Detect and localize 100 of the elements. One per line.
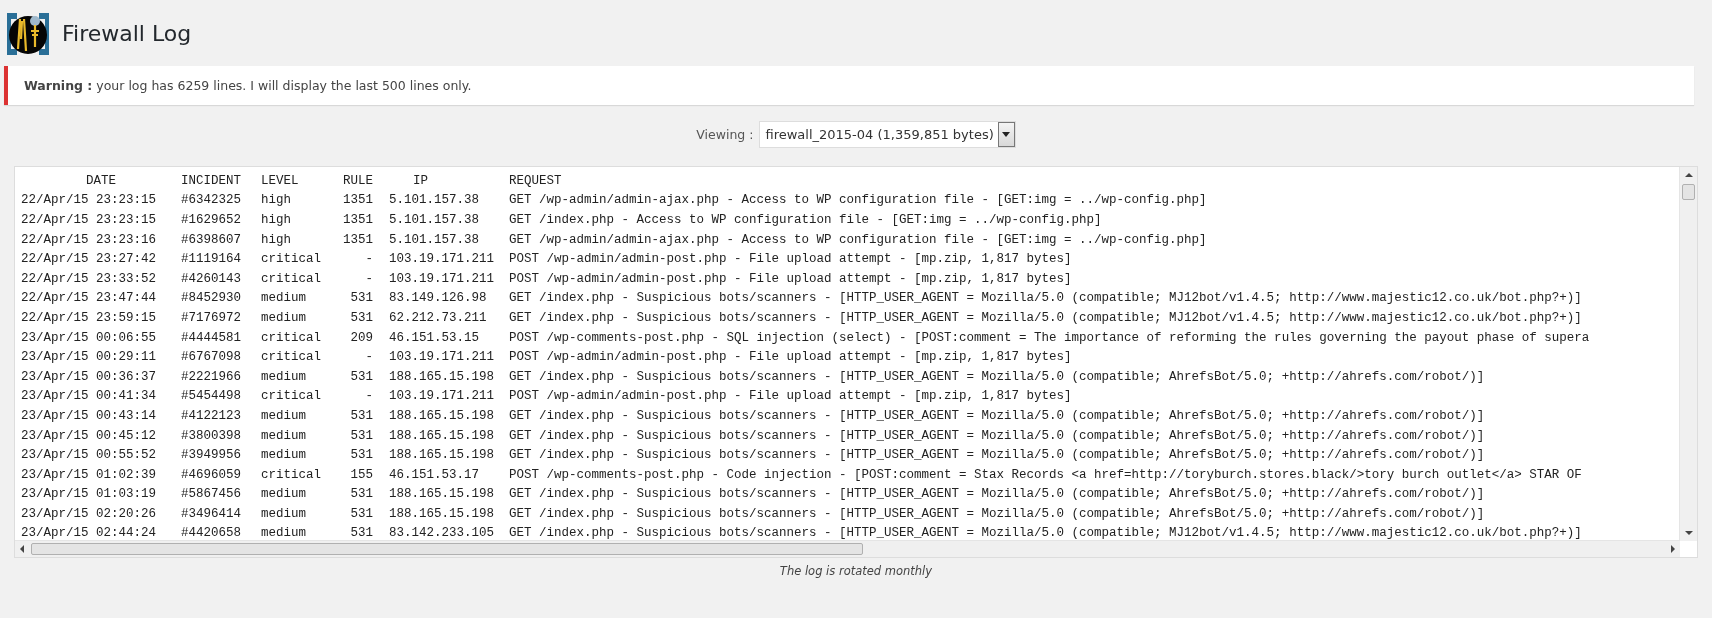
log-cell: POST /wp-admin/admin-post.php - File upload attempt - [mp.zip, 1,817 bytes] <box>509 252 1072 267</box>
log-cell: critical <box>261 271 321 286</box>
log-cell: 22/Apr/15 23:27:42 <box>21 252 157 267</box>
log-cell: #6398607 <box>181 232 241 247</box>
file-select[interactable]: firewall_2015-04 (1,359,851 bytes) <box>759 121 1016 148</box>
log-cell: GET /index.php - Suspicious bots/scanners - [HTTP_USER_AGENT = Mozilla/5.0 (compatible; AhrefsBot/5.0; +http://ahrefs.com/robot/)] <box>509 408 1485 423</box>
log-cell: 531 <box>350 291 373 306</box>
log-cell: #6767098 <box>181 350 241 365</box>
log-cell: 188.165.15.198 <box>389 506 495 521</box>
log-cell: #4260143 <box>181 271 241 286</box>
log-cell: 22/Apr/15 23:23:15 <box>21 213 157 227</box>
column-header: INCIDENT <box>181 173 241 188</box>
log-cell: POST /wp-comments-post.php - Code injection - [POST:comment = Stax Records <a href=http://toryburch.stores.black/>tory burch outlet</a> STAR OF <box>509 467 1582 482</box>
log-cell: 23/Apr/15 00:45:12 <box>21 428 157 443</box>
log-cell: 1351 <box>343 232 373 247</box>
vertical-scrollbar[interactable] <box>1679 167 1697 541</box>
log-cell: 23/Apr/15 01:02:39 <box>21 467 157 482</box>
log-cell: #1119164 <box>181 252 241 267</box>
log-cell: 46.151.53.15 <box>389 330 479 345</box>
log-cell: GET /index.php - Access to WP configuration file - [GET:img = ../wp-config.php] <box>509 213 1102 227</box>
page-title: Firewall Log <box>62 20 192 46</box>
log-cell: - <box>365 271 373 286</box>
log-cell: 23/Apr/15 00:36:37 <box>21 369 157 384</box>
log-cell: 188.165.15.198 <box>389 487 495 502</box>
log-cell: POST /wp-admin/admin-post.php - File upload attempt - [mp.zip, 1,817 bytes] <box>509 350 1072 365</box>
column-header: DATE <box>86 173 116 188</box>
log-cell: 5.101.157.38 <box>389 193 479 208</box>
log-cell: 103.19.171.211 <box>389 350 495 365</box>
log-cell: 531 <box>350 428 373 443</box>
log-cell: medium <box>261 408 306 423</box>
log-cell: #6342325 <box>181 193 241 208</box>
log-cell: 62.212.73.211 <box>389 310 487 325</box>
log-cell: GET /index.php - Suspicious bots/scanners - [HTTP_USER_AGENT = Mozilla/5.0 (compatible; MJ12bot/v1.4.5; http://www.majestic12.co.uk/bot.php?+)] <box>509 526 1582 541</box>
log-cell: POST /wp-admin/admin-post.php - File upload attempt - [mp.zip, 1,817 bytes] <box>509 389 1072 404</box>
log-cell: 209 <box>350 330 373 345</box>
log-cell: critical <box>261 467 321 482</box>
log-cell: #4696059 <box>181 467 241 482</box>
log-cell: 188.165.15.198 <box>389 448 495 463</box>
log-cell: critical <box>261 330 321 345</box>
log-cell: high <box>261 213 291 227</box>
column-header: REQUEST <box>509 173 562 188</box>
log-cell: medium <box>261 369 306 384</box>
log-cell: POST /wp-admin/admin-post.php - File upload attempt - [mp.zip, 1,817 bytes] <box>509 271 1072 286</box>
log-cell: 22/Apr/15 23:23:16 <box>21 232 157 247</box>
log-cell: 23/Apr/15 00:43:14 <box>21 408 157 423</box>
log-cell: 22/Apr/15 23:23:15 <box>21 193 157 208</box>
log-cell: 103.19.171.211 <box>389 271 495 286</box>
log-cell: critical <box>261 252 321 267</box>
log-cell: 46.151.53.17 <box>389 467 479 482</box>
log-cell: 83.149.126.98 <box>389 291 487 306</box>
horizontal-scrollbar[interactable] <box>15 540 1680 557</box>
log-cell: GET /index.php - Suspicious bots/scanners - [HTTP_USER_AGENT = Mozilla/5.0 (compatible; AhrefsBot/5.0; +http://ahrefs.com/robot/)] <box>509 428 1485 443</box>
log-cell: POST /wp-comments-post.php - SQL injection (select) - [POST:comment = The importance of reforming the rules governing the payout phase of supera <box>509 330 1590 345</box>
log-cell: 23/Apr/15 02:44:24 <box>21 526 157 541</box>
log-cell: #5867456 <box>181 487 241 502</box>
log-cell: 531 <box>350 448 373 463</box>
log-cell: high <box>261 193 291 208</box>
log-cell: medium <box>261 428 306 443</box>
log-cell: 188.165.15.198 <box>389 428 495 443</box>
log-cell: medium <box>261 448 306 463</box>
log-cell: 103.19.171.211 <box>389 389 495 404</box>
log-cell: 531 <box>350 487 373 502</box>
log-cell: 23/Apr/15 02:20:26 <box>21 506 157 521</box>
log-cell: 5.101.157.38 <box>389 232 479 247</box>
log-cell: GET /index.php - Suspicious bots/scanners - [HTTP_USER_AGENT = Mozilla/5.0 (compatible; AhrefsBot/5.0; +http://ahrefs.com/robot/)] <box>509 487 1485 502</box>
viewing-label: Viewing : <box>696 127 754 142</box>
log-cell: 531 <box>350 310 373 325</box>
log-cell: GET /index.php - Suspicious bots/scanners - [HTTP_USER_AGENT = Mozilla/5.0 (compatible; AhrefsBot/5.0; +http://ahrefs.com/robot/)] <box>509 369 1485 384</box>
log-cell: GET /wp-admin/admin-ajax.php - Access to WP configuration file - [GET:img = ../wp-config.php] <box>509 193 1207 208</box>
log-cell: medium <box>261 487 306 502</box>
log-cell: #3800398 <box>181 428 241 443</box>
log-cell: 22/Apr/15 23:47:44 <box>21 291 157 306</box>
log-cell: GET /index.php - Suspicious bots/scanners - [HTTP_USER_AGENT = Mozilla/5.0 (compatible; MJ12bot/v1.4.5; http://www.majestic12.co.uk/bot.php?+)] <box>509 310 1582 325</box>
log-cell: #4420658 <box>181 526 241 541</box>
log-cell: medium <box>261 506 306 521</box>
log-cell: 23/Apr/15 01:03:19 <box>21 487 157 502</box>
log-cell: 155 <box>350 467 373 482</box>
log-cell: critical <box>261 389 321 404</box>
log-cell: medium <box>261 291 306 306</box>
log-cell: GET /index.php - Suspicious bots/scanners - [HTTP_USER_AGENT = Mozilla/5.0 (compatible; AhrefsBot/5.0; +http://ahrefs.com/robot/)] <box>509 506 1485 521</box>
log-cell: 1351 <box>343 213 373 227</box>
column-header: LEVEL <box>261 173 299 188</box>
log-cell: medium <box>261 526 306 541</box>
column-header: IP <box>413 173 428 188</box>
log-cell: 531 <box>350 526 373 541</box>
column-header: RULE <box>343 173 373 188</box>
log-cell: 103.19.171.211 <box>389 252 495 267</box>
log-cell: 531 <box>350 506 373 521</box>
log-cell: high <box>261 232 291 247</box>
log-cell: #3496414 <box>181 506 241 521</box>
log-cell: 23/Apr/15 00:41:34 <box>21 389 157 404</box>
log-cell: 531 <box>350 369 373 384</box>
log-cell: 23/Apr/15 00:29:11 <box>21 350 157 365</box>
log-cell: 23/Apr/15 00:55:52 <box>21 448 157 463</box>
log-cell: 188.165.15.198 <box>389 408 495 423</box>
log-cell: #2221966 <box>181 369 241 384</box>
log-cell: - <box>365 252 373 267</box>
log-cell: 5.101.157.38 <box>389 213 479 227</box>
caret-icon <box>997 122 1015 147</box>
log-cell: medium <box>261 310 306 325</box>
